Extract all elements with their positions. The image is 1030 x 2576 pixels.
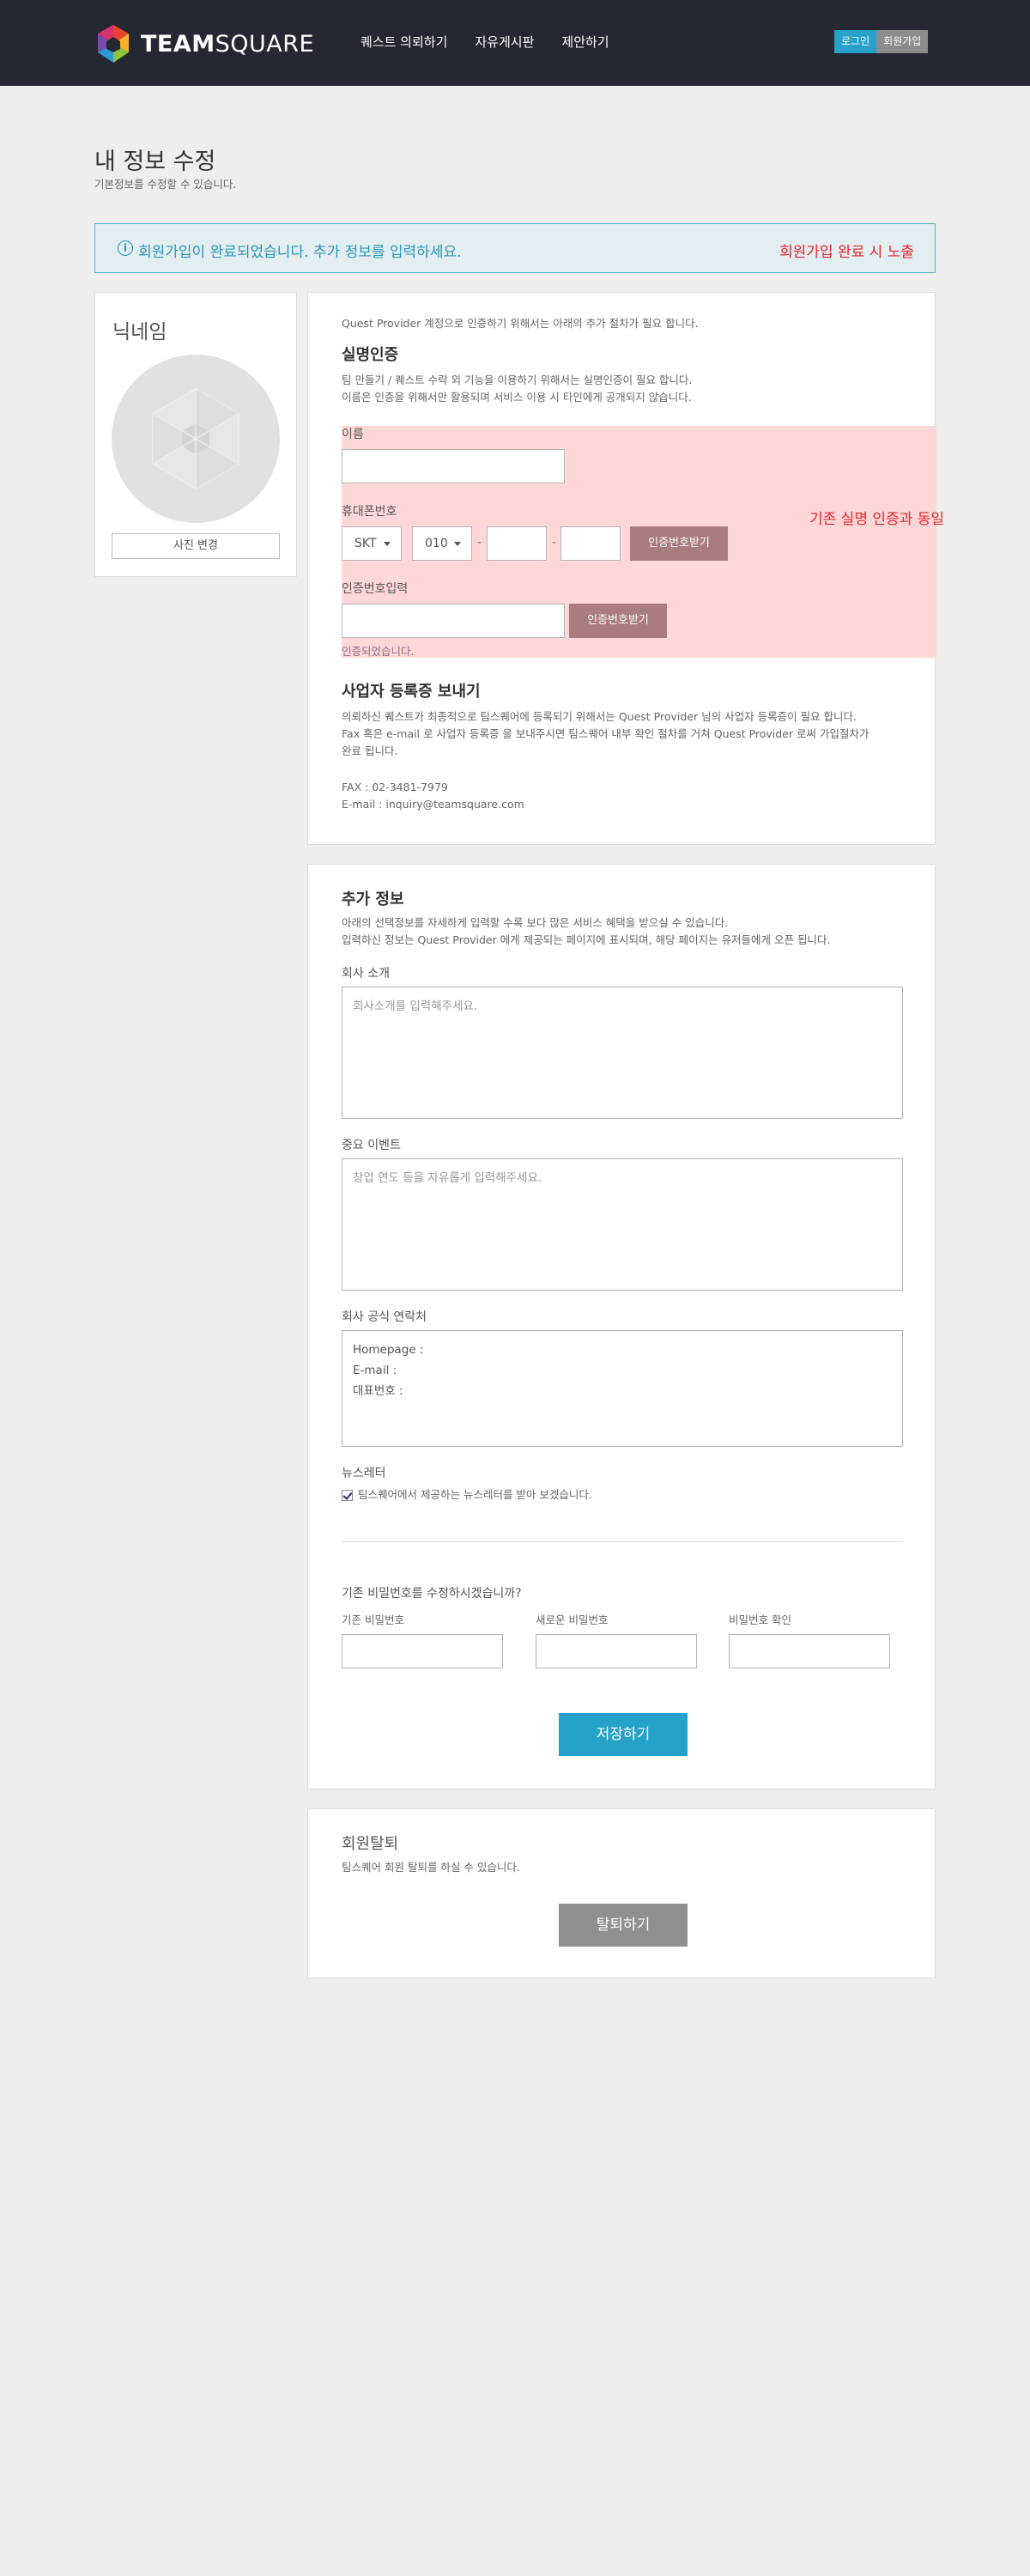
avatar	[112, 355, 280, 523]
logo-text-bold: TEAM	[141, 30, 215, 58]
main-nav: 퀘스트 의뢰하기 자유게시판 제안하기	[360, 33, 609, 51]
phone-dash-1: -	[477, 536, 482, 550]
newsletter-checkbox-row[interactable]: 팀스퀘어에서 제공하는 뉴스레터를 받아 보겠습니다.	[342, 1486, 592, 1504]
name-label: 이름	[342, 428, 364, 441]
carrier-select[interactable]: SKT	[342, 526, 402, 561]
nav-quest-request[interactable]: 퀘스트 의뢰하기	[360, 33, 447, 51]
newsletter-label: 뉴스레터	[342, 1467, 386, 1480]
business-title: 사업자 등록증 보내기	[342, 683, 481, 701]
join-button[interactable]: 회원가입	[876, 30, 929, 53]
confirm-code-button[interactable]: 인증번호받기	[569, 604, 667, 638]
extra-desc-2: 입력하신 정보는 Quest Provider 에게 제공되는 페이지에 표시되…	[342, 933, 831, 946]
code-input[interactable]	[342, 604, 565, 638]
phone-dash-2: -	[552, 536, 557, 550]
logo-text-light: SQUARE	[215, 30, 315, 58]
current-password-input[interactable]	[342, 1634, 503, 1668]
phone-middle-input[interactable]	[487, 526, 547, 561]
newsletter-checkbox-label: 팀스퀘어에서 제공하는 뉴스레터를 받아 보겠습니다.	[358, 1488, 592, 1501]
carrier-value: SKT	[354, 537, 377, 550]
fax-number: FAX : 02-3481-7979	[342, 781, 448, 793]
password-question: 기존 비밀번호를 수정하시겠습니까?	[342, 1587, 522, 1601]
avatar-placeholder-icon	[152, 387, 239, 490]
notice-annotation: 회원가입 완료 시 노출	[779, 244, 914, 261]
top-header: TEAMSQUARE 퀘스트 의뢰하기 자유게시판 제안하기 로그인 회원가입	[0, 0, 1030, 86]
withdraw-desc: 팀스퀘어 회원 탈퇴를 하실 수 있습니다.	[342, 1861, 520, 1874]
current-password-label: 기존 비밀번호	[342, 1613, 404, 1626]
logo[interactable]: TEAMSQUARE	[94, 23, 314, 64]
key-events-label: 중요 이벤트	[342, 1139, 401, 1152]
business-desc-1: 의뢰하신 퀘스트가 최종적으로 팀스퀘어에 등록되기 위해서는 Quest Pr…	[342, 710, 857, 723]
signup-complete-notice: i 회원가입이 완료되었습니다. 추가 정보를 입력하세요. 회원가입 완료 시…	[94, 223, 936, 273]
verify-title: 실명인증	[342, 346, 399, 364]
confirm-password-input[interactable]	[729, 1634, 890, 1668]
phone-label: 휴대폰번호	[342, 505, 397, 519]
chevron-down-icon	[384, 542, 391, 546]
contact-email: E-mail :	[353, 1364, 397, 1377]
withdraw-button[interactable]: 탈퇴하기	[559, 1904, 688, 1947]
verify-intro: Quest Provider 계정으로 인증하기 위해서는 아래의 추가 절차가…	[342, 317, 699, 330]
page-subtitle: 기본정보를 수정할 수 있습니다.	[94, 178, 237, 191]
profile-card: 닉네임 사진 변경	[94, 292, 297, 577]
contact-label: 회사 공식 연락처	[342, 1310, 427, 1324]
divider	[342, 1541, 903, 1542]
company-intro-placeholder: 회사소개를 입력해주세요.	[353, 999, 478, 1013]
verify-desc-2: 이름은 인증을 위해서만 활용되며 서비스 이용 시 타인에게 공개되지 않습니…	[342, 391, 692, 404]
extra-title: 추가 정보	[342, 890, 404, 908]
nickname: 닉네임	[112, 321, 167, 343]
nav-suggest[interactable]: 제안하기	[561, 33, 609, 51]
change-photo-button[interactable]: 사진 변경	[112, 533, 280, 559]
save-button[interactable]: 저장하기	[559, 1713, 688, 1756]
logo-icon	[98, 25, 129, 63]
verification-panel: Quest Provider 계정으로 인증하기 위해서는 아래의 추가 절차가…	[307, 292, 936, 845]
code-label: 인증번호입력	[342, 582, 409, 596]
verification-annotation: 기존 실명 인증과 동일	[809, 511, 944, 528]
get-code-button[interactable]: 인증번호받기	[630, 526, 728, 561]
info-icon: i	[118, 240, 133, 256]
verify-desc-1: 팀 만들기 / 퀘스트 수락 외 기능을 이용하기 위해서는 실명인증이 필요 …	[342, 374, 693, 386]
new-password-label: 새로운 비밀번호	[536, 1613, 609, 1626]
withdraw-panel: 회원탈퇴 팀스퀘어 회원 탈퇴를 하실 수 있습니다. 탈퇴하기	[307, 1808, 936, 1978]
business-desc-3: 완료 됩니다.	[342, 744, 398, 757]
key-events-textarea[interactable]: 창업 연도 등을 자유롭게 입력해주세요.	[342, 1158, 903, 1291]
confirm-password-label: 비밀번호 확인	[729, 1613, 791, 1626]
company-intro-textarea[interactable]: 회사소개를 입력해주세요.	[342, 987, 903, 1119]
verified-status: 인증되었습니다.	[342, 645, 415, 658]
business-email: E-mail : inquiry@teamsquare.com	[342, 798, 524, 811]
key-events-placeholder: 창업 연도 등을 자유롭게 입력해주세요.	[353, 1171, 542, 1185]
page-title: 내 정보 수정	[94, 149, 216, 175]
login-button[interactable]: 로그인	[834, 30, 877, 53]
extra-info-panel: 추가 정보 아래의 선택정보를 자세하게 입력할 수록 보다 많은 서비스 혜택…	[307, 864, 936, 1789]
extra-desc-1: 아래의 선택정보를 자세하게 입력할 수록 보다 많은 서비스 혜택을 받으실 …	[342, 916, 729, 929]
contact-textarea[interactable]: Homepage : E-mail : 대표번호 :	[342, 1330, 903, 1447]
name-input[interactable]	[342, 449, 565, 483]
contact-homepage: Homepage :	[353, 1343, 424, 1357]
phone-prefix-select[interactable]: 010	[412, 526, 472, 561]
new-password-input[interactable]	[536, 1634, 697, 1668]
withdraw-title: 회원탈퇴	[342, 1835, 399, 1853]
notice-text: 회원가입이 완료되었습니다. 추가 정보를 입력하세요.	[138, 244, 462, 261]
newsletter-checkbox[interactable]	[342, 1489, 353, 1501]
contact-phone: 대표번호 :	[353, 1384, 403, 1398]
auth-links: 로그인 회원가입	[834, 30, 929, 53]
chevron-down-icon	[454, 542, 461, 546]
nav-free-board[interactable]: 자유게시판	[475, 33, 534, 51]
company-intro-label: 회사 소개	[342, 967, 390, 981]
business-desc-2: Fax 혹은 e-mail 로 사업자 등록증 을 보내주시면 팀스퀘어 내부 …	[342, 727, 869, 740]
phone-prefix-value: 010	[425, 537, 448, 550]
phone-last-input[interactable]	[560, 526, 621, 561]
